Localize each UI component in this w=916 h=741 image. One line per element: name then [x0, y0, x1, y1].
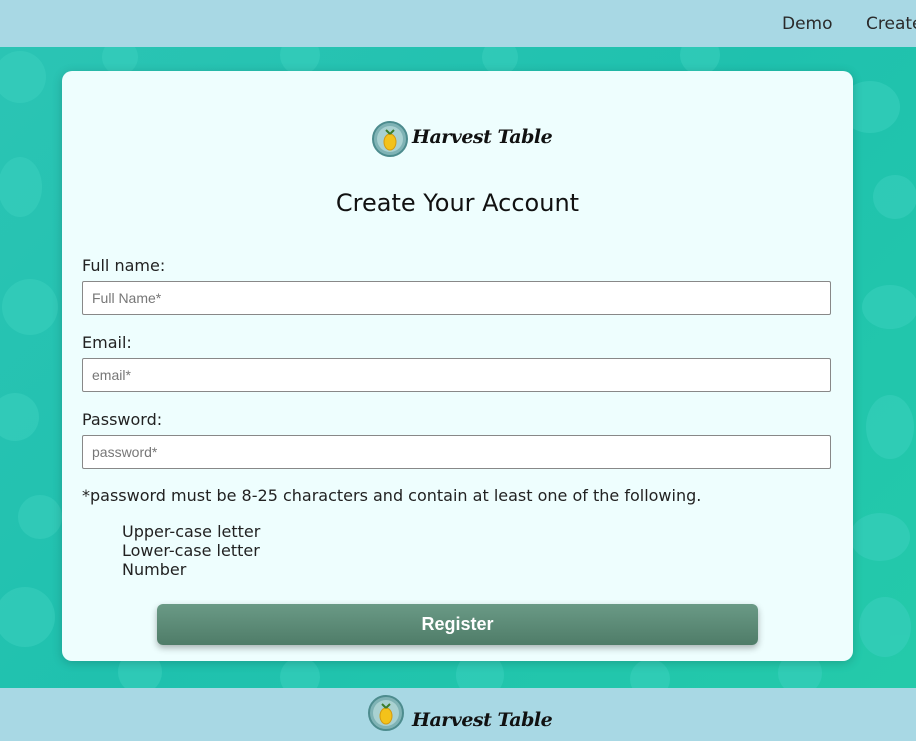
requirement-item: Lower-case letter: [122, 541, 260, 560]
requirement-item: Upper-case letter: [122, 522, 261, 541]
password-label: Password:: [82, 410, 163, 429]
full-name-input[interactable]: [82, 281, 831, 315]
brand-name: Harvest Table: [412, 126, 553, 148]
password-input[interactable]: [82, 435, 831, 469]
email-label: Email:: [82, 333, 132, 352]
requirement-item: Number: [122, 560, 187, 579]
nav-link-demo[interactable]: Demo: [782, 14, 833, 34]
footer-bar: Harvest Table: [0, 688, 916, 741]
full-name-label: Full name:: [82, 256, 166, 275]
email-input[interactable]: [82, 358, 831, 392]
brand-logo[interactable]: Harvest Table: [370, 119, 553, 161]
register-button[interactable]: Register: [157, 604, 758, 645]
password-requirements-note: *password must be 8-25 characters and co…: [82, 486, 702, 505]
lemon-badge-icon: [368, 695, 404, 731]
signup-card: Harvest Table Create Your Account Full n…: [62, 71, 853, 661]
lemon-badge-icon: [372, 121, 408, 157]
password-requirements-list: Upper-case letter Lower-case letter Numb…: [122, 522, 260, 579]
nav-link-create[interactable]: Create: [866, 14, 916, 34]
top-nav-bar: Demo Create: [0, 0, 916, 47]
footer-brand-logo[interactable]: Harvest Table: [366, 693, 556, 738]
page-title: Create Your Account: [335, 189, 580, 217]
footer-brand-name: Harvest Table: [412, 709, 553, 731]
